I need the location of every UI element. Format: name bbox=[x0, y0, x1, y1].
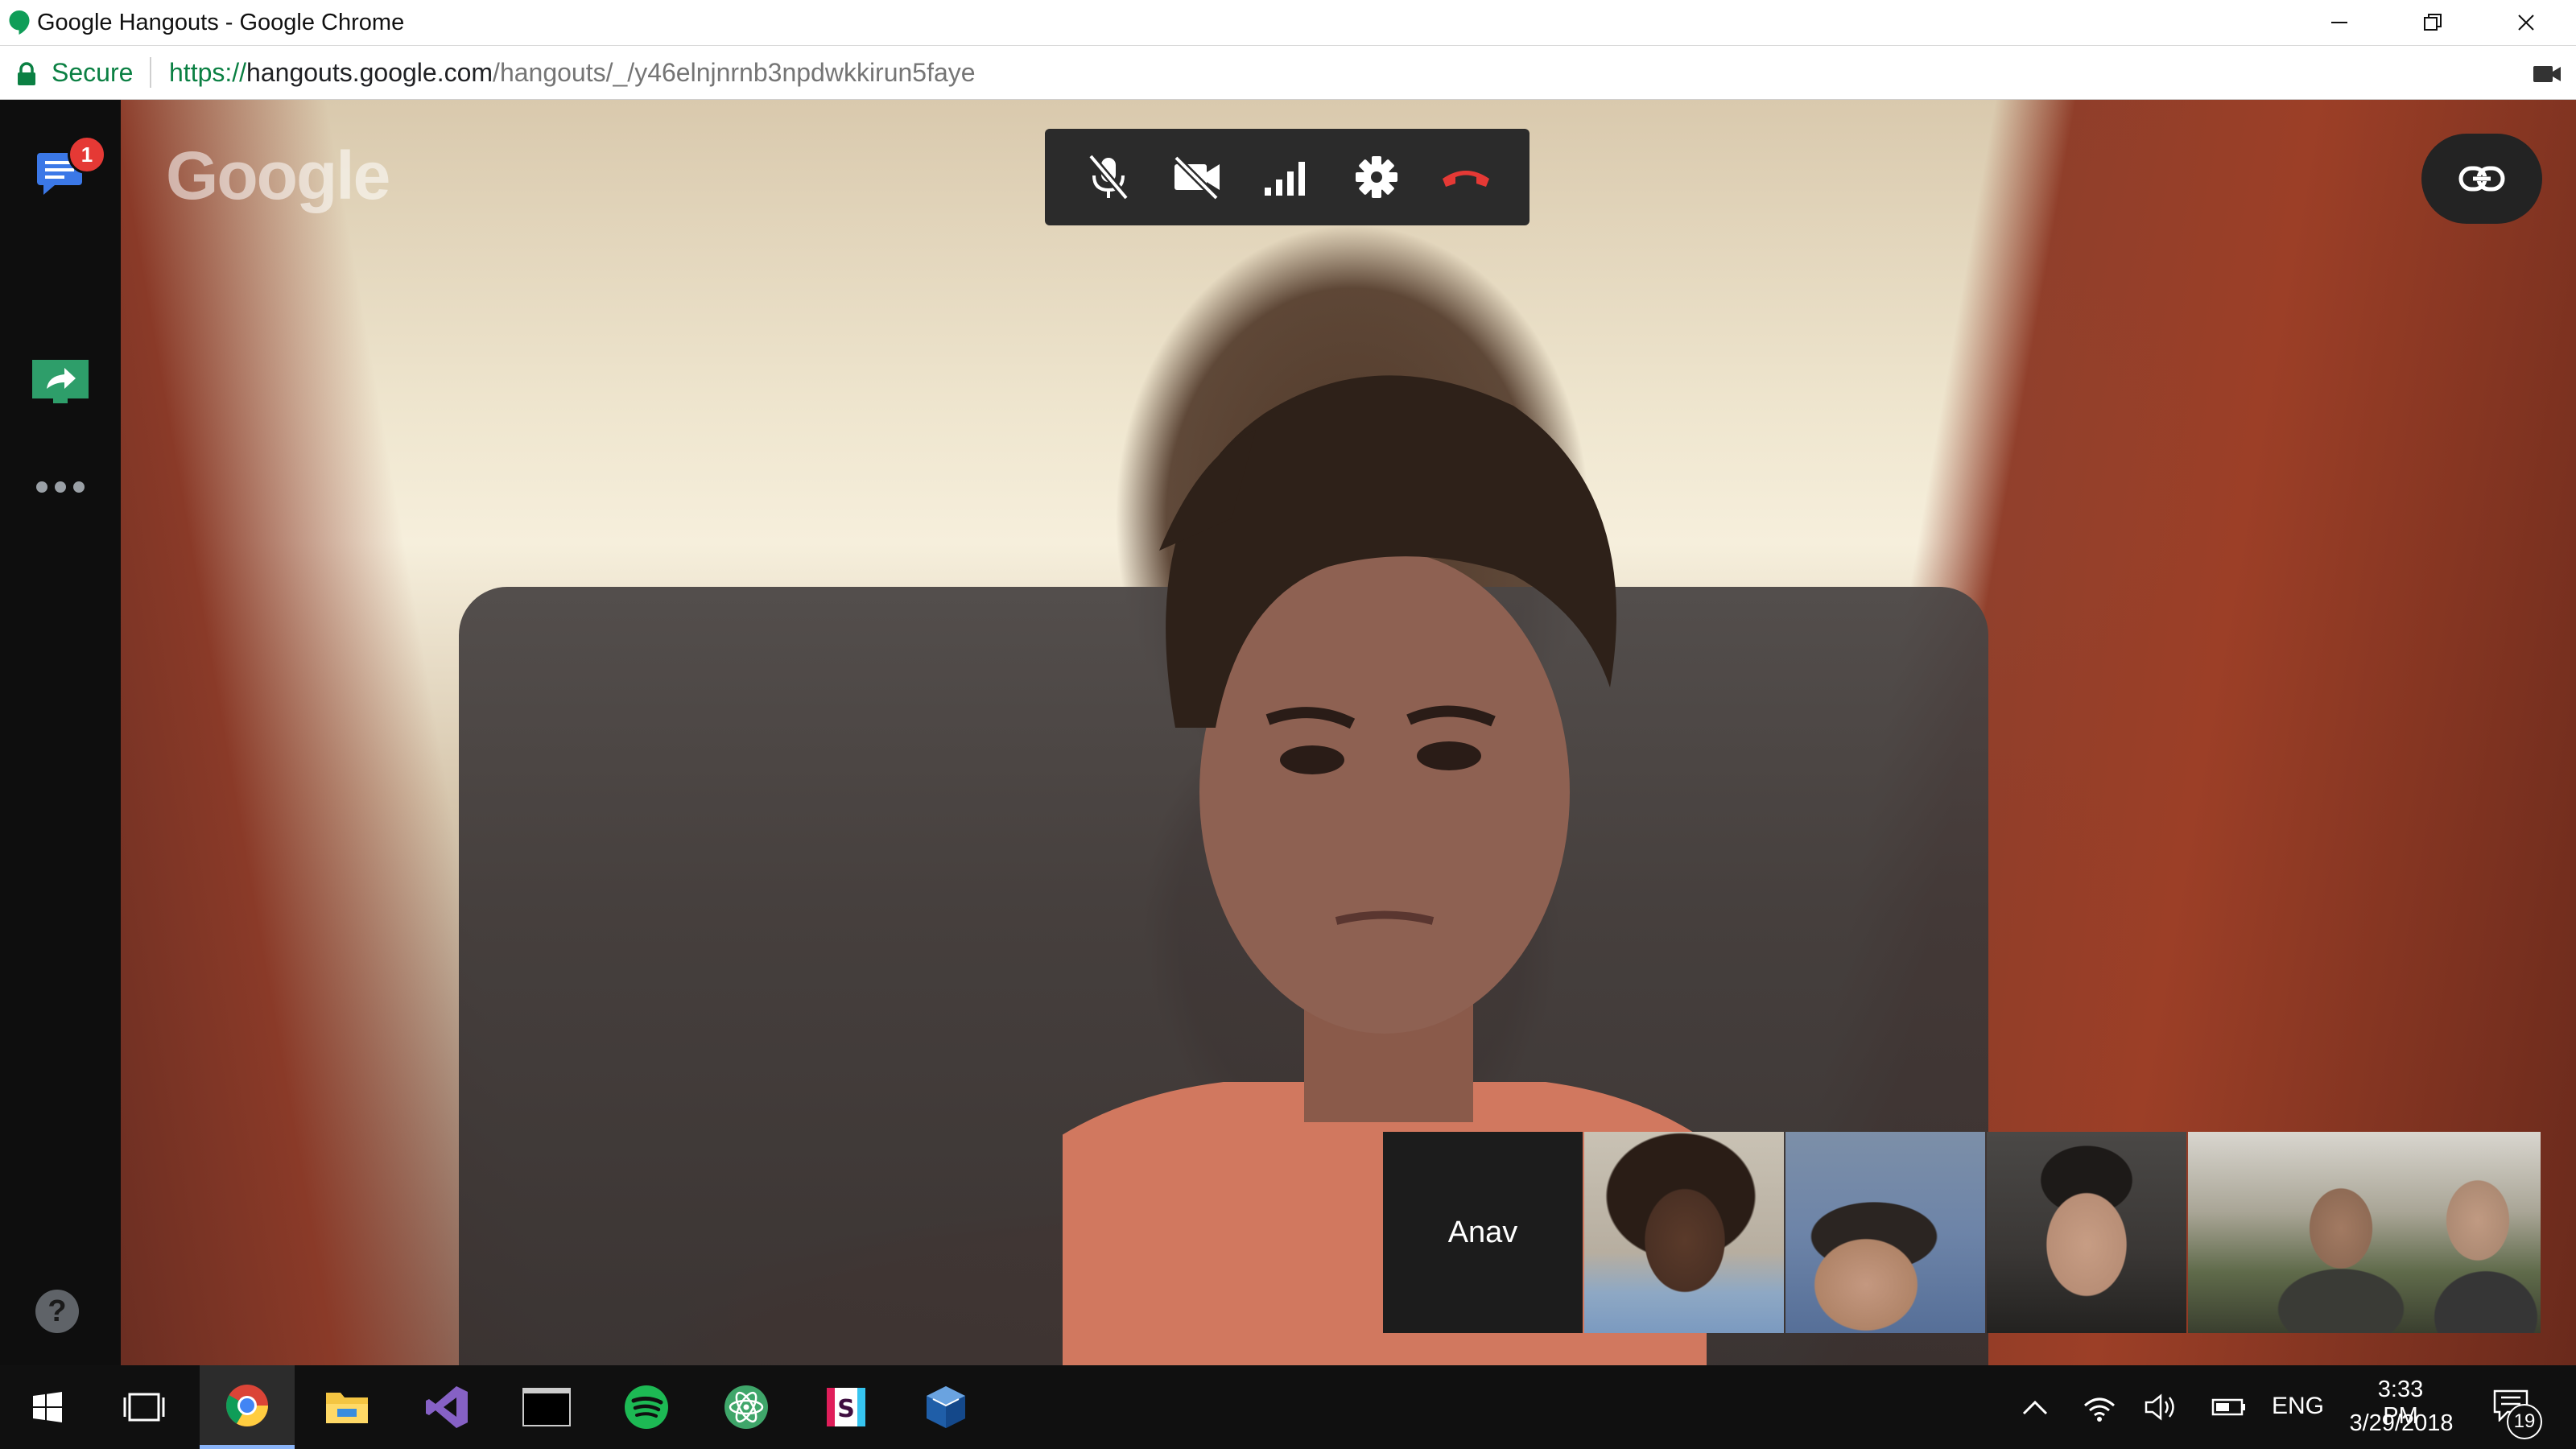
chrome-icon bbox=[226, 1384, 268, 1426]
atom-icon bbox=[724, 1385, 768, 1429]
gear-icon bbox=[1355, 156, 1397, 198]
taskbar-file-explorer[interactable] bbox=[299, 1365, 394, 1449]
hang-up-icon bbox=[1442, 171, 1489, 187]
taskbar-chrome[interactable] bbox=[200, 1365, 295, 1449]
screenshare-icon bbox=[32, 360, 89, 403]
participant-video bbox=[1785, 1132, 1985, 1333]
chat-button[interactable]: 1 bbox=[24, 134, 106, 206]
minimize-icon bbox=[2331, 22, 2347, 23]
mic-off-icon bbox=[1088, 154, 1129, 200]
taskbar-terminal[interactable] bbox=[499, 1365, 594, 1449]
hangout-stage: Google 1 ? Anav bbox=[0, 100, 2576, 1365]
url-scheme: https:// bbox=[169, 58, 247, 87]
minimize-button[interactable] bbox=[2293, 0, 2386, 45]
terminal-icon bbox=[522, 1388, 571, 1426]
participant-tile[interactable]: Anav bbox=[1383, 1132, 1583, 1333]
camera-indicator-icon[interactable] bbox=[2533, 64, 2562, 85]
participant-video bbox=[1584, 1132, 1784, 1333]
screenshare-button[interactable] bbox=[24, 346, 97, 419]
folder-icon bbox=[326, 1393, 368, 1423]
task-view-button[interactable] bbox=[97, 1365, 192, 1449]
restore-button[interactable] bbox=[2386, 0, 2479, 45]
invite-link-button[interactable] bbox=[2421, 134, 2542, 224]
connection-quality-button[interactable] bbox=[1255, 145, 1319, 209]
hangouts-favicon-icon bbox=[9, 10, 30, 35]
left-rail: 1 ? bbox=[0, 100, 121, 1365]
volume-button[interactable] bbox=[2145, 1389, 2180, 1425]
input-language[interactable]: ENG bbox=[2272, 1393, 2324, 1420]
url-host: hangouts.google.com bbox=[246, 58, 493, 87]
svg-text:S: S bbox=[837, 1395, 855, 1423]
more-options-button[interactable] bbox=[24, 451, 97, 523]
camera-off-button[interactable] bbox=[1166, 145, 1230, 209]
google-watermark: Google bbox=[166, 138, 390, 213]
secure-label[interactable]: Secure bbox=[52, 58, 133, 88]
windows-logo-icon bbox=[33, 1392, 62, 1422]
network-button[interactable] bbox=[2082, 1389, 2117, 1425]
speaker-icon bbox=[2145, 1393, 2174, 1421]
taskbar-slack[interactable]: S bbox=[799, 1365, 894, 1449]
restore-icon bbox=[2424, 14, 2442, 31]
participant-video bbox=[2188, 1132, 2541, 1333]
visual-studio-icon bbox=[426, 1386, 468, 1428]
participant-video bbox=[1987, 1132, 2186, 1333]
battery-button[interactable] bbox=[2209, 1389, 2249, 1425]
window-titlebar: Google Hangouts - Google Chrome bbox=[0, 0, 2576, 46]
start-button[interactable] bbox=[0, 1365, 95, 1449]
help-button[interactable]: ? bbox=[35, 1290, 79, 1333]
settings-button[interactable] bbox=[1344, 145, 1409, 209]
wifi-icon bbox=[2084, 1397, 2115, 1422]
camera-off-icon bbox=[1174, 155, 1220, 200]
taskbar-atom[interactable] bbox=[699, 1365, 794, 1449]
lock-icon bbox=[18, 62, 35, 85]
mute-mic-button[interactable] bbox=[1076, 145, 1141, 209]
url-text[interactable]: https://hangouts.google.com/hangouts/_/y… bbox=[169, 58, 976, 88]
window-title: Google Hangouts - Google Chrome bbox=[37, 10, 405, 35]
show-hidden-icons-button[interactable] bbox=[2017, 1389, 2053, 1425]
participant-tile[interactable] bbox=[2188, 1132, 2541, 1333]
participant-tile[interactable] bbox=[1785, 1132, 1985, 1333]
spotify-icon bbox=[625, 1385, 668, 1429]
battery-icon bbox=[2211, 1398, 2245, 1416]
participant-filmstrip: Anav bbox=[1383, 1132, 2544, 1333]
slack-icon: S bbox=[827, 1388, 865, 1426]
link-icon bbox=[2458, 166, 2505, 192]
chat-unread-badge: 1 bbox=[68, 135, 106, 174]
virtualbox-icon bbox=[927, 1386, 965, 1428]
address-bar[interactable]: Secure https://hangouts.google.com/hango… bbox=[0, 46, 2576, 100]
clock-date[interactable]: 3/29/2018 bbox=[2344, 1410, 2458, 1437]
taskbar-virtualbox[interactable] bbox=[898, 1365, 993, 1449]
taskbar-visual-studio[interactable] bbox=[399, 1365, 494, 1449]
notification-count-badge: 19 bbox=[2507, 1404, 2542, 1439]
end-call-button[interactable] bbox=[1434, 145, 1498, 209]
address-separator bbox=[150, 57, 151, 88]
participant-tile[interactable] bbox=[1584, 1132, 1784, 1333]
signal-strength-icon bbox=[1264, 162, 1305, 196]
task-view-icon bbox=[123, 1393, 165, 1422]
participant-tile[interactable] bbox=[1987, 1132, 2186, 1333]
more-dots-icon bbox=[36, 481, 85, 493]
call-toolbar bbox=[1045, 129, 1530, 225]
close-button[interactable] bbox=[2479, 0, 2573, 45]
participant-name: Anav bbox=[1447, 1215, 1518, 1249]
url-path: /hangouts/_/y46elnjnrnb3npdwkkirun5faye bbox=[493, 58, 976, 87]
close-icon bbox=[2518, 14, 2534, 31]
windows-taskbar: S ENG 3:33 PM 3/29/2018 19 bbox=[0, 1365, 2576, 1449]
taskbar-spotify[interactable] bbox=[599, 1365, 694, 1449]
chevron-up-icon bbox=[2022, 1400, 2048, 1415]
